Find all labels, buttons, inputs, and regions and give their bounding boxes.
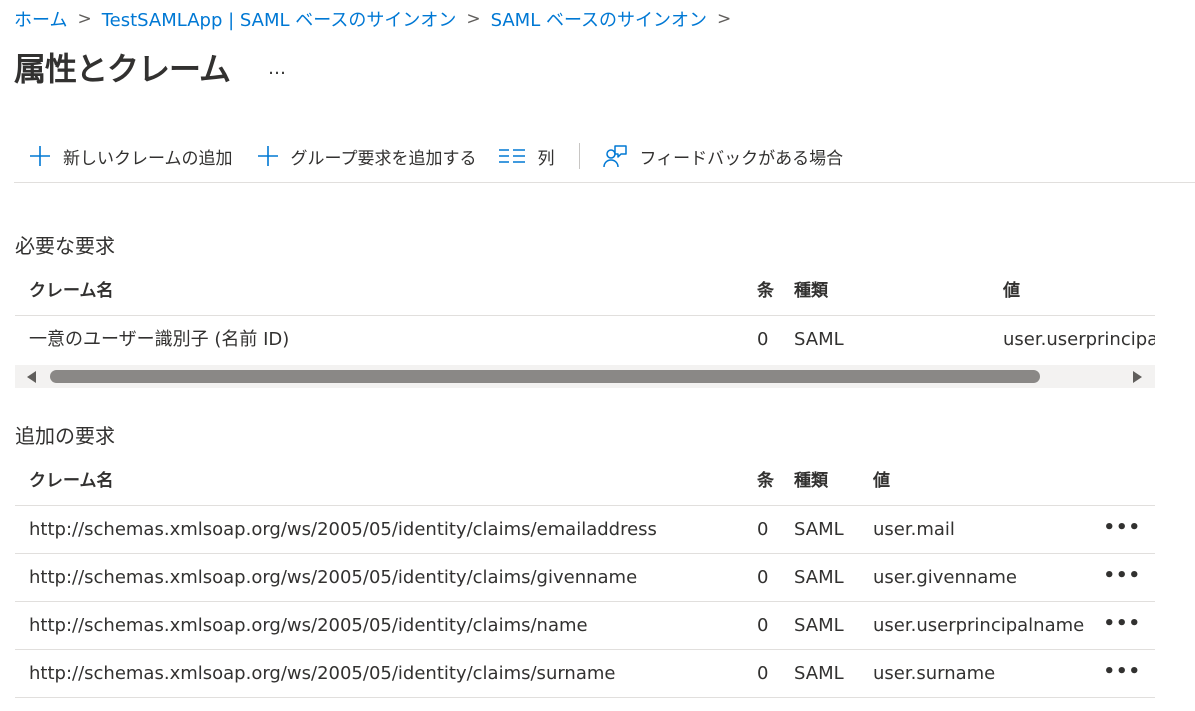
column-header-value[interactable]: 値 — [1003, 268, 1020, 315]
columns-icon — [498, 144, 526, 168]
value-cell: user.surname — [873, 663, 996, 684]
column-header-type[interactable]: 種類 — [794, 268, 828, 315]
table-row[interactable]: http://schemas.xmlsoap.org/ws/2005/05/id… — [15, 505, 1155, 553]
type-cell: SAML — [794, 567, 844, 588]
feedback-label: フィードバックがある場合 — [639, 148, 844, 169]
scrollbar-thumb[interactable] — [50, 370, 1040, 383]
column-header-condition[interactable]: 条 — [757, 268, 774, 315]
table-row[interactable]: http://schemas.xmlsoap.org/ws/2005/05/id… — [15, 649, 1155, 698]
value-cell: user.userprincipalname — [1003, 329, 1155, 350]
type-cell: SAML — [794, 615, 844, 636]
condition-cell: 0 — [757, 567, 769, 588]
breadcrumb-separator: > — [77, 9, 92, 29]
columns-button[interactable]: 列 — [498, 138, 554, 174]
claim-name-cell: http://schemas.xmlsoap.org/ws/2005/05/id… — [29, 519, 657, 540]
table-row[interactable]: 一意のユーザー識別子 (名前 ID) 0 SAML user.userprinc… — [15, 315, 1155, 363]
breadcrumb-saml-signon[interactable]: SAML ベースのサインオン — [491, 6, 707, 32]
breadcrumb-home[interactable]: ホーム — [14, 6, 67, 32]
breadcrumb-separator: > — [466, 9, 481, 29]
scroll-left-arrow-icon[interactable] — [27, 371, 36, 383]
claim-name-cell: http://schemas.xmlsoap.org/ws/2005/05/id… — [29, 663, 616, 684]
breadcrumb-separator: > — [717, 9, 732, 29]
condition-cell: 0 — [757, 329, 769, 350]
breadcrumb-app-saml-signon[interactable]: TestSAMLApp | SAML ベースのサインオン — [102, 6, 457, 32]
plus-icon — [256, 144, 280, 168]
command-bar: 新しいクレームの追加 グループ要求を追加する 列 フィードバックがある場合 — [14, 138, 1195, 183]
column-header-claim-name[interactable]: クレーム名 — [29, 268, 114, 315]
condition-cell: 0 — [757, 663, 769, 684]
table-header: クレーム名 条 種類 値 — [15, 268, 1155, 315]
title-row: 属性とクレーム … — [14, 44, 286, 90]
additional-claims-table: クレーム名 条 種類 値 http://schemas.xmlsoap.org/… — [15, 458, 1155, 698]
table-header: クレーム名 条 種類 値 — [15, 458, 1155, 505]
column-header-type[interactable]: 種類 — [794, 458, 828, 505]
more-options-button[interactable]: … — [268, 58, 286, 79]
value-cell: user.userprincipalname — [873, 615, 1085, 636]
column-header-claim-name[interactable]: クレーム名 — [29, 458, 114, 505]
column-header-value[interactable]: 値 — [873, 458, 890, 505]
claim-name-cell: http://schemas.xmlsoap.org/ws/2005/05/id… — [29, 615, 588, 636]
feedback-button[interactable]: フィードバックがある場合 — [602, 138, 843, 174]
type-cell: SAML — [794, 329, 844, 350]
feedback-person-icon — [602, 144, 628, 168]
required-claims-table: クレーム名 条 種類 値 一意のユーザー識別子 (名前 ID) 0 SAML u… — [15, 268, 1155, 363]
claim-name-cell: 一意のユーザー識別子 (名前 ID) — [29, 329, 290, 350]
add-new-claim-label: 新しいクレームの追加 — [63, 148, 233, 169]
row-more-button[interactable]: ••• — [1103, 506, 1141, 553]
scroll-right-arrow-icon[interactable] — [1133, 371, 1142, 383]
table-row[interactable]: http://schemas.xmlsoap.org/ws/2005/05/id… — [15, 553, 1155, 601]
row-more-button[interactable]: ••• — [1103, 650, 1141, 697]
additional-claims-heading: 追加の要求 — [15, 424, 115, 448]
table-row[interactable]: http://schemas.xmlsoap.org/ws/2005/05/id… — [15, 601, 1155, 649]
add-group-claim-label: グループ要求を追加する — [290, 148, 477, 169]
condition-cell: 0 — [757, 519, 769, 540]
columns-label: 列 — [537, 148, 555, 169]
row-more-button[interactable]: ••• — [1103, 554, 1141, 601]
value-cell: user.givenname — [873, 567, 1017, 588]
claim-name-cell: http://schemas.xmlsoap.org/ws/2005/05/id… — [29, 567, 638, 588]
condition-cell: 0 — [757, 615, 769, 636]
column-header-condition[interactable]: 条 — [757, 458, 774, 505]
add-group-claim-button[interactable]: グループ要求を追加する — [256, 138, 477, 174]
type-cell: SAML — [794, 519, 844, 540]
breadcrumb: ホーム > TestSAMLApp | SAML ベースのサインオン > SAM… — [14, 6, 741, 32]
type-cell: SAML — [794, 663, 844, 684]
row-more-button[interactable]: ••• — [1103, 602, 1141, 649]
horizontal-scrollbar[interactable] — [15, 365, 1155, 388]
add-new-claim-button[interactable]: 新しいクレームの追加 — [28, 138, 233, 174]
plus-icon — [28, 144, 52, 168]
value-cell: user.mail — [873, 519, 955, 540]
page-title: 属性とクレーム — [14, 50, 231, 88]
required-claims-heading: 必要な要求 — [15, 234, 115, 258]
toolbar-divider — [579, 143, 581, 169]
